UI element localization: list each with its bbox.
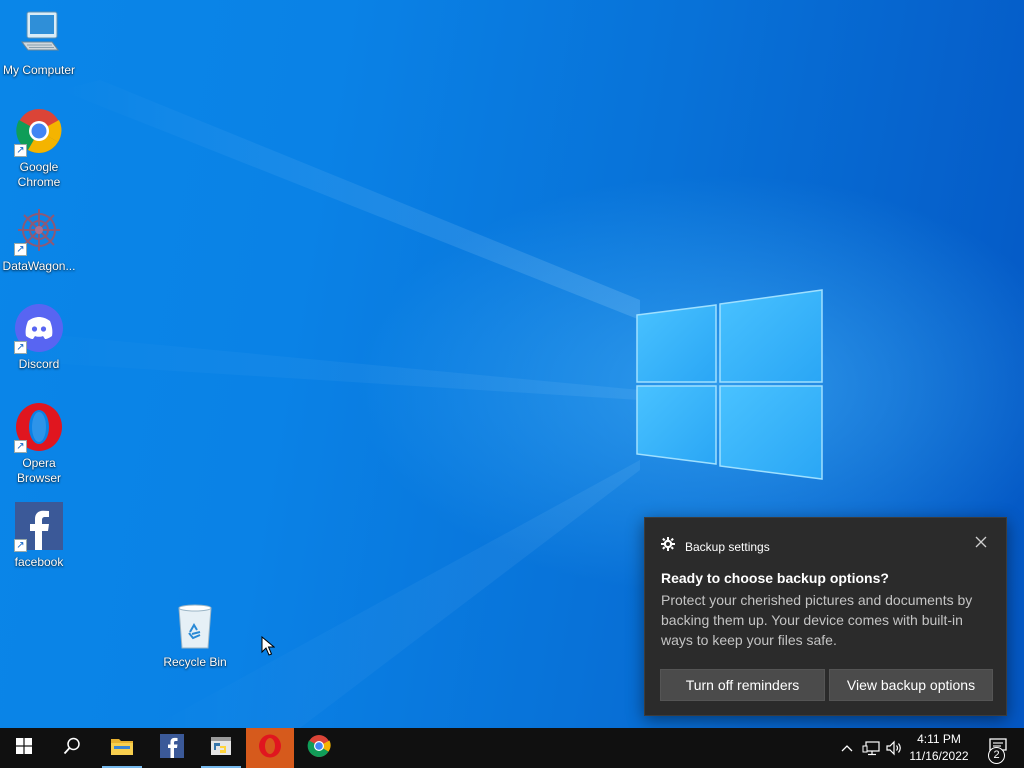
folder-icon <box>110 736 134 761</box>
chevron-up-icon[interactable] <box>838 740 856 756</box>
shortcut-arrow-icon: ↗ <box>14 341 27 354</box>
network-icon[interactable] <box>862 740 880 756</box>
backup-notification-toast[interactable]: Backup settings Ready to choose backup o… <box>644 517 1007 716</box>
gear-icon <box>661 537 675 556</box>
clock-time: 4:11 PM <box>917 732 961 746</box>
taskbar-python-idle[interactable] <box>197 728 245 768</box>
taskbar-facebook[interactable] <box>148 728 196 768</box>
computer-icon <box>14 10 64 60</box>
toast-title: Ready to choose backup options? <box>661 570 889 586</box>
datawagon-icon: ↗ <box>14 206 64 256</box>
opera-icon: ↗ <box>14 403 64 453</box>
desktop-icon-label: Discord <box>18 357 60 371</box>
desktop-icon-label: facebook <box>14 555 64 569</box>
search-button[interactable] <box>48 728 96 768</box>
notification-count-badge: 2 <box>988 747 1005 764</box>
toast-body: Protect your cherished pictures and docu… <box>661 592 973 648</box>
taskbar-chrome[interactable] <box>295 728 343 768</box>
volume-icon[interactable] <box>885 740 903 756</box>
desktop-icon-facebook[interactable]: ↗ facebook <box>0 502 78 570</box>
python-idle-icon <box>209 734 233 763</box>
desktop-icon-label: Google Chrome <box>17 160 61 189</box>
taskbar-opera[interactable] <box>246 728 294 768</box>
search-icon <box>63 737 81 760</box>
facebook-icon <box>160 733 184 763</box>
start-button[interactable] <box>0 728 48 768</box>
toast-header: Backup settings <box>661 537 770 556</box>
view-backup-options-button[interactable]: View backup options <box>829 669 993 701</box>
system-clock[interactable]: 4:11 PM 11/16/2022 <box>904 731 974 765</box>
desktop-icon-recycle-bin[interactable]: Recycle Bin <box>156 602 234 670</box>
desktop-icon-label: Opera Browser <box>16 456 61 485</box>
windows-logo-icon <box>16 737 32 759</box>
opera-icon <box>258 734 282 763</box>
close-icon[interactable] <box>974 535 988 549</box>
toast-app-name: Backup settings <box>685 539 770 554</box>
clock-date: 11/16/2022 <box>909 749 969 763</box>
chrome-icon <box>307 734 331 763</box>
shortcut-arrow-icon: ↗ <box>14 539 27 552</box>
discord-icon: ↗ <box>14 304 64 354</box>
chrome-icon: ↗ <box>14 107 64 157</box>
turn-off-reminders-button[interactable]: Turn off reminders <box>660 669 825 701</box>
shortcut-arrow-icon: ↗ <box>14 144 27 157</box>
taskbar: 4:11 PM 11/16/2022 <box>0 728 1024 768</box>
recycle-bin-icon <box>170 602 220 652</box>
desktop-icon-google-chrome[interactable]: ↗ Google Chrome <box>0 107 78 190</box>
desktop-icon-discord[interactable]: ↗ Discord <box>0 304 78 372</box>
facebook-icon: ↗ <box>14 502 64 552</box>
desktop-icon-label: DataWagon... <box>2 259 76 273</box>
desktop-icon-label: My Computer <box>2 63 76 77</box>
desktop-icon-label: Recycle Bin <box>163 655 227 669</box>
mouse-pointer-icon <box>261 635 276 661</box>
shortcut-arrow-icon: ↗ <box>14 440 27 453</box>
shortcut-arrow-icon: ↗ <box>14 243 27 256</box>
desktop-icon-opera-browser[interactable]: ↗ Opera Browser <box>0 403 78 486</box>
desktop-icon-datawagon[interactable]: ↗ DataWagon... <box>0 206 78 274</box>
desktop-icon-my-computer[interactable]: My Computer <box>0 10 78 78</box>
taskbar-file-explorer[interactable] <box>98 728 146 768</box>
